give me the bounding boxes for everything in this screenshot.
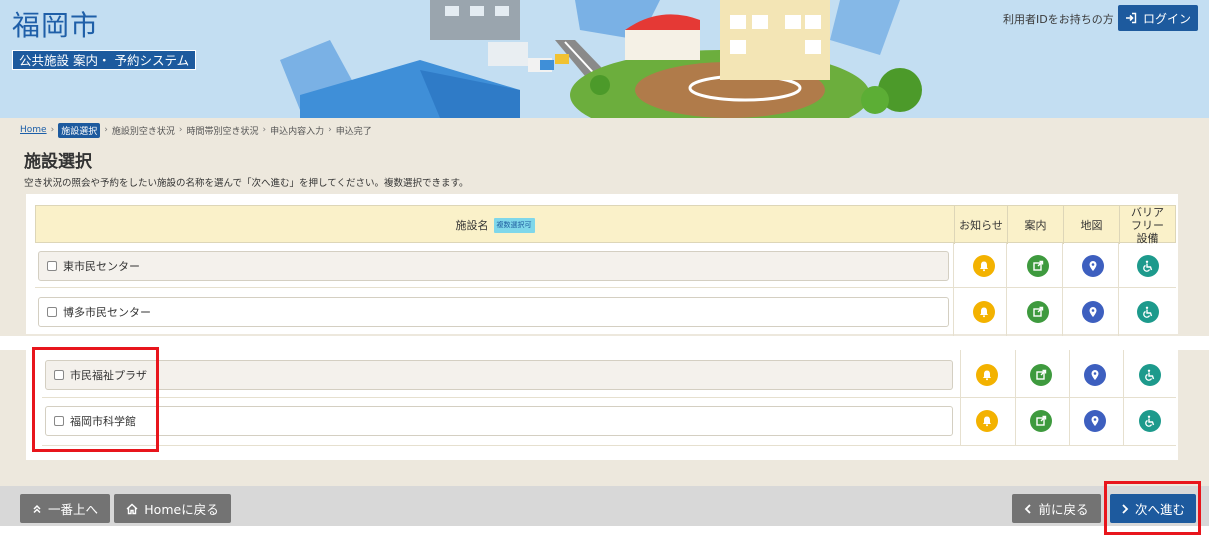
back-to-top-button[interactable]: 一番上へ — [20, 494, 110, 523]
bell-icon[interactable] — [976, 410, 998, 432]
facility-checkbox[interactable] — [47, 261, 57, 271]
map-pin-icon[interactable] — [1082, 255, 1104, 277]
chevron-right-icon: › — [50, 125, 55, 135]
header-map: 地図 — [1063, 206, 1119, 244]
external-link-icon[interactable] — [1030, 364, 1052, 386]
sign-in-icon — [1125, 12, 1137, 24]
site-header: 福岡市 公共施設 案内・ 予約システム 利用者IDをお持ちの方 ログイン — [0, 0, 1209, 118]
login-button[interactable]: ログイン — [1118, 5, 1198, 31]
map-pin-icon[interactable] — [1082, 301, 1104, 323]
chevron-right-icon: › — [104, 125, 108, 135]
header-guide: 案内 — [1007, 206, 1063, 244]
wheelchair-icon[interactable] — [1137, 301, 1159, 323]
chevron-right-icon: › — [262, 125, 267, 135]
wheelchair-icon[interactable] — [1137, 255, 1159, 277]
breadcrumb-step: 申込完了 — [335, 126, 372, 137]
external-link-icon[interactable] — [1027, 301, 1049, 323]
prev-button-label: 前に戻る — [1038, 502, 1089, 517]
map-pin-icon[interactable] — [1084, 364, 1106, 386]
facility-checkbox[interactable] — [47, 307, 57, 317]
home-button[interactable]: Homeに戻る — [114, 494, 231, 523]
breadcrumb-home-link[interactable]: Home — [20, 125, 47, 135]
header-facility-name-label: 施設名 — [455, 218, 489, 232]
multi-select-badge: 複数選択可 — [493, 217, 535, 233]
bell-icon[interactable] — [973, 301, 995, 323]
facility-checkbox-row[interactable]: 福岡市科学館 — [45, 406, 953, 436]
double-chevron-up-icon — [33, 504, 41, 513]
facility-name: 東市民センター — [63, 260, 140, 273]
breadcrumb-step: 時間帯別空き状況 — [186, 126, 259, 137]
chevron-right-icon: › — [178, 125, 183, 135]
city-logo-text[interactable]: 福岡市 — [12, 4, 99, 44]
highlight-box — [1104, 481, 1201, 535]
header-barrier-free: バリアフリー設備 — [1119, 206, 1175, 245]
chevron-right-icon: › — [328, 125, 332, 135]
bell-icon[interactable] — [973, 255, 995, 277]
login-button-label: ログイン — [1142, 11, 1191, 26]
home-icon — [126, 503, 138, 514]
facility-table-header: 施設名 複数選択可 お知らせ 案内 地図 バリアフリー設備 — [35, 205, 1176, 245]
id-holder-text: 利用者IDをお持ちの方 — [1003, 13, 1114, 26]
facility-checkbox-row[interactable]: 市民福祉プラザ — [45, 360, 953, 390]
external-link-icon[interactable] — [1030, 410, 1052, 432]
highlight-box — [32, 347, 159, 452]
external-link-icon[interactable] — [1027, 255, 1049, 277]
system-name-badge: 公共施設 案内・ 予約システム — [12, 50, 197, 70]
footer-bar: 一番上へ Homeに戻る 前に戻る 次へ進む — [0, 486, 1209, 526]
prev-button[interactable]: 前に戻る — [1012, 494, 1101, 523]
wheelchair-icon[interactable] — [1139, 364, 1161, 386]
chevron-left-icon — [1025, 503, 1032, 514]
page-title: 施設選択 — [24, 152, 92, 172]
breadcrumb-step: 施設別空き状況 — [111, 126, 175, 137]
facility-name: 博多市民センター — [63, 306, 151, 319]
breadcrumb: Home › 施設選択 › 施設別空き状況 › 時間帯別空き状況 › 申込内容入… — [20, 122, 372, 138]
back-to-top-label: 一番上へ — [47, 502, 98, 517]
facility-checkbox-row[interactable]: 東市民センター — [38, 251, 949, 281]
breadcrumb-step-current: 施設選択 — [58, 122, 101, 138]
breadcrumb-step: 申込内容入力 — [270, 126, 325, 137]
page-description: 空き状況の照会や予約をしたい施設の名称を選んで「次へ進む」を押してください。複数… — [24, 178, 469, 189]
home-button-label: Homeに戻る — [144, 502, 219, 517]
wheelchair-icon[interactable] — [1139, 410, 1161, 432]
map-pin-icon[interactable] — [1084, 410, 1106, 432]
facility-checkbox-row[interactable]: 博多市民センター — [38, 297, 949, 327]
bell-icon[interactable] — [976, 364, 998, 386]
header-facility-name: 施設名 複数選択可 — [36, 206, 954, 244]
header-notice: お知らせ — [954, 206, 1007, 244]
screenshot-gap — [0, 336, 1209, 350]
